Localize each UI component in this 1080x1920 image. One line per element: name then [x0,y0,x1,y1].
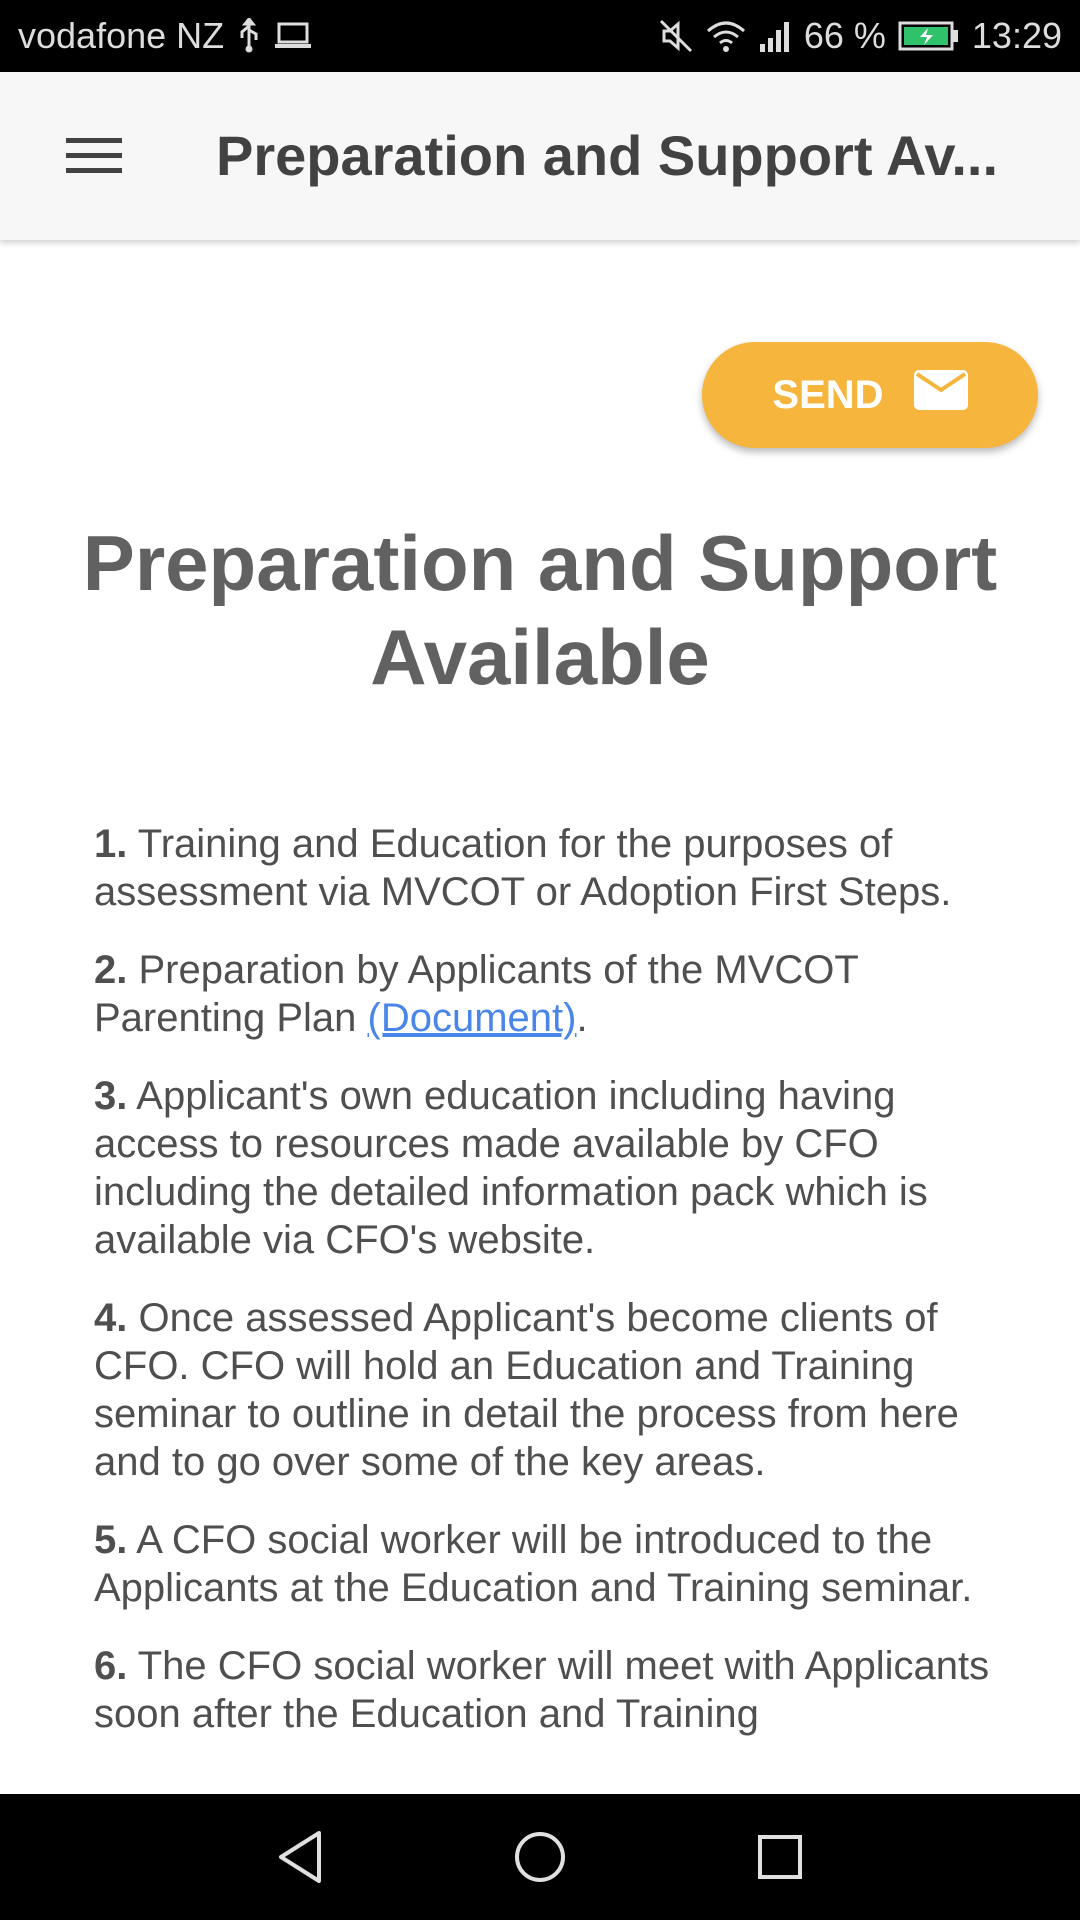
clock: 13:29 [971,15,1062,56]
page-heading: Preparation and Support Available [82,519,998,701]
content-list: 1. Training and Education for the purpos… [94,820,1014,1768]
status-bar: vodafone NZ 66 % 13:29 [0,0,1080,72]
item-text: Training and Education for the purposes … [94,822,952,914]
list-item: 1. Training and Education for the purpos… [94,820,1014,916]
wifi-icon [706,19,746,53]
item-text: The CFO social worker will meet with App… [94,1644,990,1736]
item-text: Applicant's own education including havi… [94,1074,928,1262]
battery-charging-icon [898,21,960,51]
send-button-label: SEND [772,372,884,417]
document-link[interactable]: (Document) [368,996,577,1040]
app-bar-title: Preparation and Support Av... [216,124,999,187]
list-item: 3. Applicant's own education including h… [94,1072,1014,1264]
list-item: 2. Preparation by Applicants of the MVCO… [94,946,1014,1042]
app-bar: Preparation and Support Av... [0,72,1080,240]
send-button[interactable]: SEND [702,342,1038,448]
list-item: 6. The CFO social worker will meet with … [94,1642,1014,1738]
item-text-end: . [576,996,588,1040]
item-text: Once assessed Applicant's become clients… [94,1296,959,1484]
mail-icon [913,370,968,420]
item-number: 3. [94,1074,128,1118]
item-number: 6. [94,1644,128,1688]
mute-icon [658,18,694,54]
signal-icon [758,20,792,52]
item-text: A CFO social worker will be introduced t… [94,1518,973,1610]
item-number: 2. [94,948,128,992]
item-number: 5. [94,1518,128,1562]
laptop-icon [274,21,312,51]
usb-icon [236,18,262,54]
list-item: 4. Once assessed Applicant's become clie… [94,1294,1014,1486]
carrier-name: vodafone NZ [18,15,225,56]
item-number: 4. [94,1296,128,1340]
status-bar-right: 66 % 13:29 [658,15,1062,57]
list-item: 5. A CFO social worker will be introduce… [94,1516,1014,1612]
hamburger-menu-icon[interactable] [60,126,130,186]
battery-percent: 66 % [803,15,886,56]
recents-icon[interactable] [735,1812,825,1902]
status-bar-left: vodafone NZ [18,15,312,57]
system-nav-bar [0,1794,1080,1920]
back-icon[interactable] [255,1812,345,1902]
item-number: 1. [94,822,128,866]
home-icon[interactable] [495,1812,585,1902]
